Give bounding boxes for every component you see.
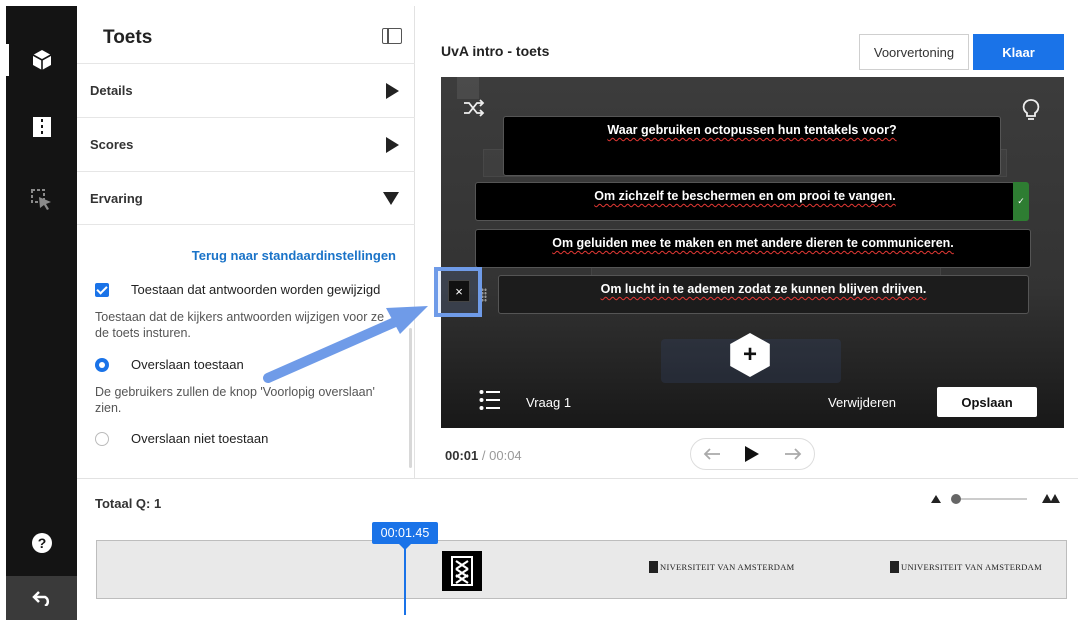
section-ervaring[interactable]: Ervaring [77,171,415,225]
shuffle-icon[interactable] [463,99,485,122]
allow-skip-description: De gebruikers zullen de knop 'Voorlopig … [95,385,375,415]
question-box[interactable]: Waar gebruiken octopussen hun tentakels … [503,116,1001,176]
allow-skip-label: Overslaan toestaan [131,357,244,372]
zoom-in-icon [1042,494,1052,503]
time-separator: / [481,448,486,463]
play-icon[interactable] [744,445,760,463]
answer-text: Om geluiden mee te maken en met andere d… [552,236,954,250]
uva-logo-frame [442,551,482,591]
cube-icon[interactable] [6,38,77,82]
next-arrow-icon[interactable] [784,447,802,461]
section-label: Ervaring [90,190,143,206]
playback-controls [690,438,815,470]
previous-arrow-icon[interactable] [703,447,721,461]
question-text: Waar gebruiken octopussen hun tentakels … [607,123,897,137]
undo-arrow-icon [31,591,49,606]
uva-wordmark-frame: NIVERSITEIT VAN AMSTERDAM [649,561,795,573]
total-time: 00:04 [489,448,522,463]
back-button[interactable] [6,576,77,620]
chapters-icon[interactable] [6,105,77,149]
delete-button[interactable]: Verwijderen [828,395,896,410]
uva-wordmark-frame: UNIVERSITEIT VAN AMSTERDAM [890,561,1042,573]
section-label: Details [90,83,133,98]
video-title: UvA intro - toets [441,43,550,59]
allow-skip-option[interactable]: Overslaan toestaan [95,357,244,372]
playback-time: 00:01 / 00:04 [445,448,522,463]
total-questions: Totaal Q: 1 [95,496,162,511]
done-button[interactable]: Klaar [973,34,1064,70]
allow-change-checkbox[interactable] [95,282,109,297]
zoom-slider-thumb [951,494,961,504]
uva-crest-icon [451,556,473,586]
save-button[interactable]: Opslaan [937,387,1037,417]
section-details[interactable]: Details [77,63,415,117]
disallow-skip-label: Overslaan niet toestaan [131,431,269,446]
playhead-line[interactable] [404,545,406,615]
question-list-icon[interactable] [479,389,501,411]
allow-skip-radio[interactable] [95,357,109,372]
answer-2[interactable]: Om geluiden mee te maken en met andere d… [475,229,1031,268]
hint-lightbulb-icon[interactable] [1021,98,1041,127]
expand-arrow-icon [386,136,399,153]
answer-text: Om zichzelf te beschermen en om prooi te… [594,189,896,203]
uva-crest-icon [649,561,658,573]
help-icon[interactable]: ? [6,521,77,565]
answer-text: Om lucht in te ademen zodat ze kunnen bl… [600,282,927,296]
uva-crest-icon [890,561,899,573]
answer-1[interactable]: Om zichzelf te beschermen en om prooi te… [475,182,1015,221]
remove-answer-close-icon[interactable]: × [448,280,470,302]
panel-collapse-icon[interactable] [382,28,402,44]
reset-defaults-link[interactable]: Terug naar standaardinstellingen [192,248,396,263]
section-label: Scores [90,137,134,152]
collapse-arrow-icon [383,191,399,205]
current-time: 00:01 [445,448,479,463]
playhead-time-label[interactable]: 00:01.45 [372,522,438,550]
expand-arrow-icon [386,82,399,99]
settings-panel: Toets Details Scores Ervaring Terug naar… [77,6,415,478]
answer-3[interactable]: Om lucht in te ademen zodat ze kunnen bl… [498,275,1029,314]
section-scores[interactable]: Scores [77,117,415,171]
video-watermark [457,77,479,99]
correct-answer-check-icon[interactable]: ✓ [1013,182,1029,221]
zoom-slider[interactable] [930,490,1065,508]
disallow-skip-option[interactable]: Overslaan niet toestaan [95,431,268,446]
question-number: Vraag 1 [526,395,572,410]
disallow-skip-radio[interactable] [95,431,109,446]
interaction-cursor-icon[interactable] [6,178,77,222]
allow-change-description: Toestaan dat de kijkers antwoorden wijzi… [95,310,385,340]
zoom-out-icon [931,495,941,503]
timeline-track[interactable]: NIVERSITEIT VAN AMSTERDAM UNIVERSITEIT V… [96,540,1067,599]
timeline-divider [77,478,1078,479]
frame-text: UNIVERSITEIT VAN AMSTERDAM [901,562,1042,572]
preview-button[interactable]: Voorvertoning [859,34,969,70]
video-player: Waar gebruiken octopussen hun tentakels … [441,77,1064,428]
svg-text:?: ? [37,535,46,551]
frame-text: NIVERSITEIT VAN AMSTERDAM [660,562,795,572]
left-rail: ? [6,6,77,620]
panel-scrollbar[interactable] [409,328,412,468]
allow-change-label: Toestaan dat antwoorden worden gewijzigd [131,282,381,297]
allow-change-option[interactable]: Toestaan dat antwoorden worden gewijzigd [95,282,380,297]
panel-title: Toets [103,27,153,48]
